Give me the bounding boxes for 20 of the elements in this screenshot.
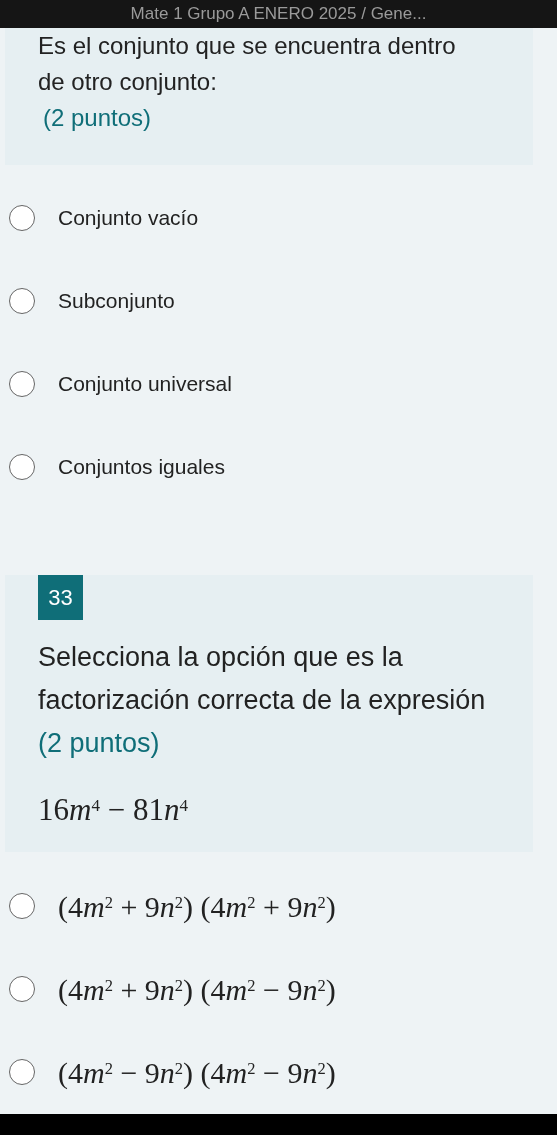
radio-button[interactable] xyxy=(9,204,35,231)
option-label: Conjunto vacío xyxy=(58,204,199,231)
option-label: Subconjunto xyxy=(58,287,175,314)
points-label: (2 puntos) xyxy=(42,103,153,133)
option-label: Conjunto universal xyxy=(58,370,232,397)
radio-button[interactable] xyxy=(9,370,35,397)
option-label: (4m$^{2}$ + 9n$^{2}$) (4m$^{2}$ − 9n$^{2}$) xyxy=(58,971,336,1008)
radio-button[interactable] xyxy=(9,453,35,480)
option-label: Conjuntos iguales xyxy=(58,453,225,480)
page-title: Mate 1 Grupo A ENERO 2025 / Gene... xyxy=(130,3,427,26)
math-expression: 16m$^{4}$ − 81n$^{4}$ xyxy=(38,792,188,827)
question-text: Selecciona la opción que es la factorización correcta de la expresión (2 puntos) xyxy=(38,641,487,760)
option-label: (4m$^{2}$ + 9n$^{2}$) (4m$^{2}$ + 9n$^{2}$) xyxy=(58,888,336,925)
question-number-badge: 33 xyxy=(38,575,83,620)
radio-button[interactable] xyxy=(9,893,35,919)
radio-button[interactable] xyxy=(9,287,35,314)
radio-button[interactable] xyxy=(9,976,35,1002)
question-text: Es el conjunto que se encuentra dentro de otro conjunto: xyxy=(38,31,457,97)
radio-button[interactable] xyxy=(9,1059,35,1085)
option-label: (4m$^{2}$ − 9n$^{2}$) (4m$^{2}$ − 9n$^{2}$) xyxy=(58,1054,336,1091)
